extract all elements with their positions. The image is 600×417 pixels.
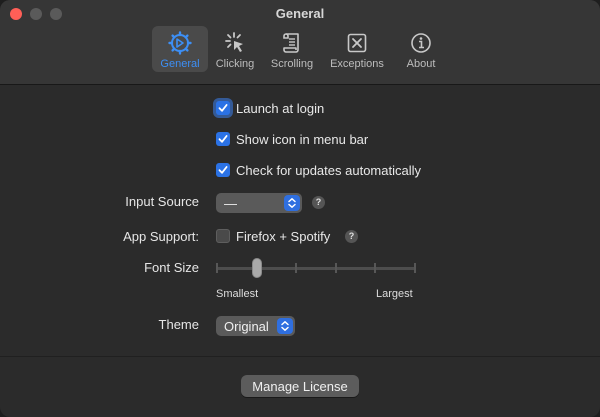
- checkmark-icon: [218, 135, 228, 143]
- tab-label: Exceptions: [330, 58, 384, 70]
- x-box-icon: [322, 30, 392, 56]
- font-size-max-label: Largest: [376, 288, 413, 300]
- tab-label: Clicking: [215, 58, 255, 70]
- app-support-help-button[interactable]: ?: [345, 230, 358, 243]
- slider-track[interactable]: [216, 267, 416, 270]
- check-updates-label: Check for updates automatically: [236, 162, 421, 178]
- info-icon: [393, 30, 449, 56]
- font-size-label: Font Size: [144, 260, 199, 275]
- check-updates-checkbox[interactable]: [216, 163, 230, 177]
- manage-license-button[interactable]: Manage License: [241, 375, 359, 397]
- chevron-updown-icon: [277, 318, 293, 334]
- launch-at-login-row[interactable]: Launch at login: [216, 97, 324, 119]
- tab-label: About: [406, 58, 436, 70]
- input-source-popup[interactable]: —: [216, 193, 302, 213]
- show-icon-row[interactable]: Show icon in menu bar: [216, 128, 368, 150]
- font-size-min-label: Smallest: [216, 288, 259, 300]
- tab-scrolling[interactable]: Scrolling: [264, 26, 320, 72]
- tab-general[interactable]: General: [152, 26, 208, 72]
- scroll-icon: [264, 30, 320, 56]
- app-support-option-label: Firefox + Spotify: [236, 228, 331, 244]
- launch-at-login-checkbox[interactable]: [216, 101, 230, 115]
- show-icon-checkbox[interactable]: [216, 132, 230, 146]
- theme-value: Original: [224, 318, 269, 334]
- window-title: General: [275, 6, 325, 21]
- launch-at-login-label: Launch at login: [236, 100, 325, 116]
- tab-clicking[interactable]: Clicking: [207, 26, 263, 72]
- checkmark-icon: [218, 104, 228, 112]
- slider-tick: [335, 263, 337, 273]
- checkmark-icon: [218, 166, 228, 174]
- tab-label: Scrolling: [270, 58, 314, 70]
- slider-tick: [374, 263, 376, 273]
- theme-popup[interactable]: Original: [216, 316, 295, 336]
- tab-about[interactable]: About: [393, 26, 449, 72]
- slider-tick: [414, 263, 416, 273]
- slider-tick: [295, 263, 297, 273]
- tab-label: General: [160, 58, 200, 70]
- app-support-label: App Support:: [123, 229, 199, 244]
- toolbar: General General Clicking Scrolling Excep…: [0, 0, 600, 85]
- chevron-updown-icon: [284, 195, 300, 211]
- input-source-label: Input Source: [125, 194, 199, 209]
- tab-exceptions[interactable]: Exceptions: [322, 26, 392, 72]
- app-support-row[interactable]: Firefox + Spotify: [216, 225, 330, 247]
- preferences-window: General General Clicking Scrolling Excep…: [0, 0, 600, 417]
- preference-tabs: General Clicking Scrolling Exceptions Ab…: [0, 26, 600, 74]
- click-cursor-icon: [207, 30, 263, 56]
- footer-divider: [0, 356, 600, 357]
- show-icon-label: Show icon in menu bar: [236, 131, 369, 147]
- gear-icon: [152, 30, 208, 56]
- slider-knob[interactable]: [252, 258, 262, 278]
- theme-label: Theme: [158, 317, 199, 332]
- check-updates-row[interactable]: Check for updates automatically: [216, 159, 421, 181]
- input-source-help-button[interactable]: ?: [312, 196, 325, 209]
- slider-tick: [216, 263, 218, 273]
- app-support-checkbox[interactable]: [216, 229, 230, 243]
- input-source-value: —: [224, 195, 237, 211]
